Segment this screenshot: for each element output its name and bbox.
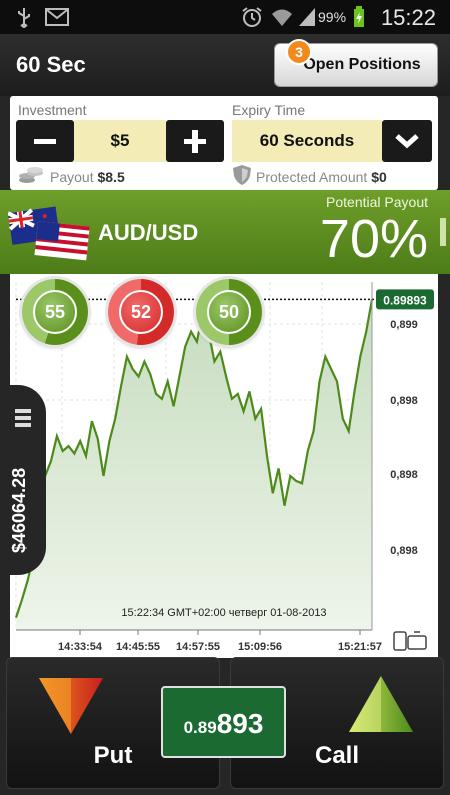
device-switch-icon: [393, 631, 427, 651]
chevron-down-icon: [395, 134, 419, 149]
protected-amount-label: Protected Amount: [256, 169, 368, 185]
y-tick-label: 0,898: [390, 469, 418, 481]
coins-icon: [18, 166, 44, 189]
page-title: 60 Sec: [16, 52, 86, 77]
alarm-icon: [240, 6, 264, 28]
open-positions-label: Open Positions: [303, 56, 421, 73]
investment-value[interactable]: $5: [74, 120, 166, 162]
y-tick-label: 0,898: [390, 395, 418, 407]
y-tick-label: 0,898: [390, 545, 418, 557]
battery-percent: 99%: [318, 9, 347, 25]
sentiment-gauge: 50: [196, 279, 262, 345]
app-header: 60 Sec Open Positions 3: [0, 34, 450, 96]
expiry-value[interactable]: 60 Seconds: [232, 120, 382, 162]
wifi-icon: [270, 6, 294, 28]
trade-settings-panel: Investment $5 Expiry Time 60 Seconds Pay…: [10, 96, 438, 190]
status-bar: 99% 15:22: [0, 0, 450, 34]
usb-icon: [14, 6, 34, 28]
x-tick-label: 14:45:55: [116, 641, 160, 653]
x-tick-label: 14:33:54: [58, 641, 103, 653]
rate-prefix: 0.89: [183, 718, 217, 737]
gmail-icon: [44, 6, 70, 28]
minus-icon: [34, 139, 56, 144]
asset-bar[interactable]: AUD/USD Potential Payout 70%: [0, 190, 450, 274]
x-tick-label: 15:09:56: [238, 641, 282, 653]
shield-icon: [232, 164, 252, 191]
expiry-label: Expiry Time: [232, 102, 306, 118]
payout-info: Payout $8.5: [50, 169, 125, 185]
asset-name: AUD/USD: [98, 220, 199, 245]
protected-amount-value: $0: [371, 169, 387, 185]
x-tick-label: 15:21:57: [338, 641, 382, 653]
sentiment-gauge-value: 52: [119, 290, 163, 334]
protected-amount-info: Protected Amount $0: [256, 169, 387, 185]
current-rate-display: 0.89 893: [161, 686, 286, 758]
expiry-dropdown-button[interactable]: [382, 120, 432, 162]
increase-investment-button[interactable]: [166, 120, 224, 162]
flags-icon: [7, 204, 92, 267]
put-arrow-icon: [37, 674, 105, 741]
x-tick-label: 14:57:55: [176, 641, 220, 653]
chart-timestamp: 15:22:34 GMT+02:00 четверг 01-08-2013: [121, 607, 326, 619]
y-tick-label: 0,899: [390, 319, 418, 331]
payout-label: Payout: [50, 169, 94, 185]
decrease-investment-button[interactable]: [16, 120, 74, 162]
investment-label: Investment: [18, 102, 87, 118]
sentiment-gauge: 52: [108, 279, 174, 345]
open-positions-count-badge: 3: [286, 39, 312, 65]
scroll-handle[interactable]: [440, 218, 446, 246]
sentiment-gauge-value: 50: [207, 290, 251, 334]
signal-icon: [297, 6, 317, 28]
rate-suffix: 893: [216, 708, 264, 739]
payout-value: $8.5: [97, 169, 125, 185]
account-balance: $46064.28: [9, 467, 29, 553]
clock: 15:22: [380, 5, 436, 30]
battery-charging-icon: [352, 6, 366, 28]
price-area: [16, 299, 372, 630]
menu-icon: [15, 409, 31, 430]
current-price-label: 0.89893: [383, 293, 427, 307]
sentiment-gauge: 55: [22, 279, 88, 345]
app-screen: 99% 15:22 60 Sec Open Positions 3 Invest…: [0, 0, 450, 795]
sentiment-gauge-value: 55: [33, 290, 77, 334]
potential-payout-value: 70%: [319, 209, 428, 269]
call-arrow-icon: [347, 674, 415, 741]
account-side-tab[interactable]: $46064.28: [0, 385, 46, 575]
